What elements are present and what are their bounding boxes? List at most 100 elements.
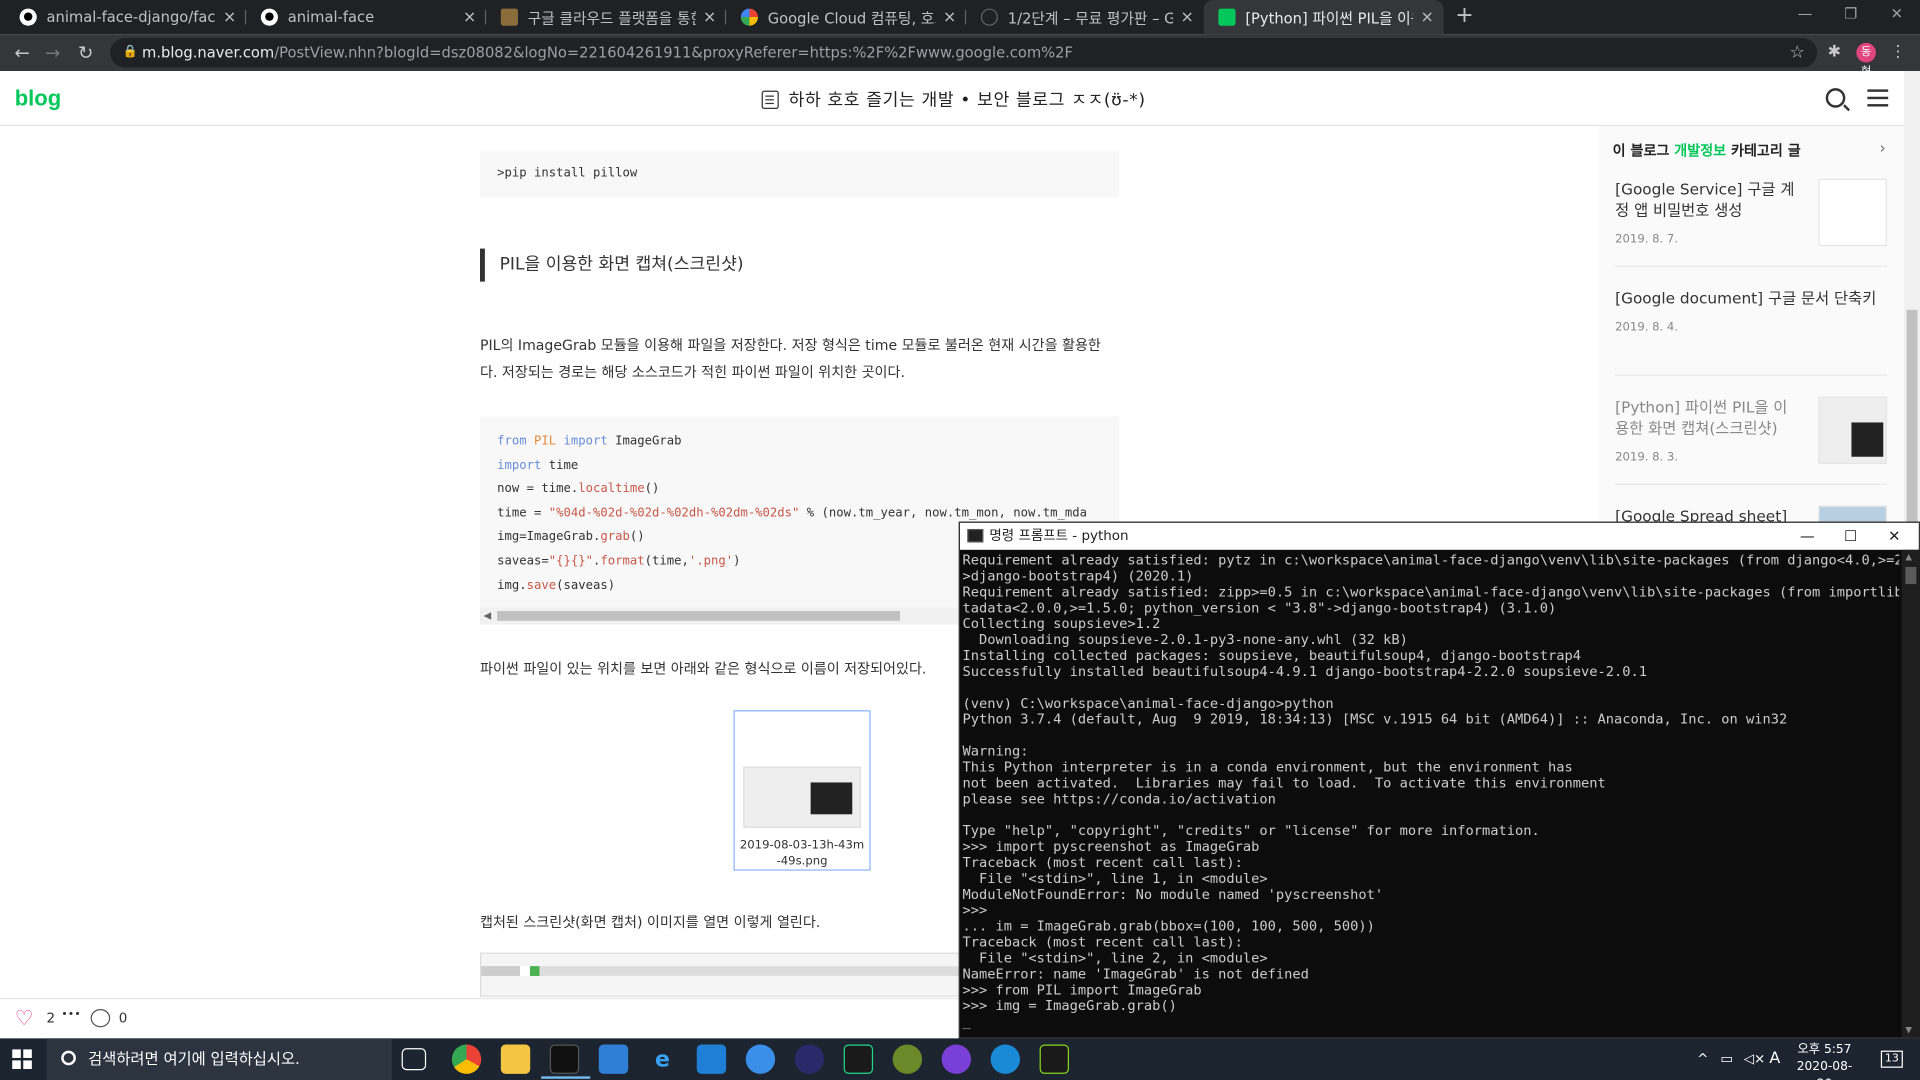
internet-explorer-icon[interactable]: e <box>648 1044 677 1073</box>
chevron-up-icon[interactable]: ^ <box>1697 1038 1708 1080</box>
blog-title[interactable]: 하하 호호 즐기는 개발 • 보안 블로그 ㅈㅈ(ʊ̈-*) <box>761 87 1146 111</box>
profile-avatar[interactable]: 동현 <box>1856 42 1876 78</box>
extensions-puzzle-icon[interactable]: ✱ <box>1825 43 1845 63</box>
cmd-line: Requirement already satisfied: pytz in c… <box>962 552 1900 569</box>
file-attachment-card[interactable]: 2019-08-03-13h-43m -49s.png <box>733 710 871 871</box>
url-path: /PostView.nhn?blogId=dsz08082&logNo=2216… <box>274 44 1073 62</box>
vscode-icon[interactable] <box>696 1044 727 1074</box>
cmd-line: >>> import pyscreenshot as ImageGrab <box>962 838 1260 855</box>
tab-6-active[interactable]: [Python] 파이썬 PIL을 이용한 × <box>1203 0 1444 35</box>
reload-button[interactable]: ↻ <box>73 40 97 64</box>
network-icon[interactable]: ▭ <box>1720 1038 1733 1080</box>
pycharm-icon[interactable] <box>843 1044 874 1074</box>
tab-4[interactable]: Google Cloud 컴퓨팅, 호스팅 × <box>726 0 967 34</box>
sidebar-post-item[interactable]: [Google document] 구글 문서 단축키 2019. 8. 4. <box>1615 288 1894 334</box>
heart-icon[interactable]: ♡ <box>15 1007 34 1031</box>
taskbar-search-box[interactable]: 검색하려면 여기에 입력하십시오. <box>46 1038 392 1080</box>
pycharm-ce-icon[interactable] <box>1039 1044 1069 1074</box>
cmd-output[interactable]: Requirement already satisfied: pytz in c… <box>962 552 1899 1032</box>
github-icon: ● <box>260 8 278 26</box>
post-action-bar: ♡ 2 ••• 0 <box>0 997 962 1039</box>
chevron-right-icon[interactable]: › <box>1880 140 1886 157</box>
category-sidebar: 이 블로그 개발정보 카테고리 글 › [Google Service] 구글 … <box>1597 126 1905 574</box>
cmd-title-bar[interactable]: 명령 프롬프트 - python — ☐ ✕ <box>960 522 1919 550</box>
scrollbar-thumb[interactable] <box>1905 566 1917 585</box>
screenshot-image[interactable] <box>480 952 970 997</box>
scroll-left-arrow[interactable]: ◀ <box>484 610 492 621</box>
bookmark-star-icon[interactable]: ☆ <box>1790 38 1805 67</box>
forward-button[interactable]: → <box>40 40 64 64</box>
tab-title: animal-face <box>287 8 375 26</box>
maximize-button[interactable]: ☐ <box>1844 523 1857 550</box>
sidebar-post-title: [Google Service] 구글 계정 앱 비밀번호 생성 <box>1615 180 1795 220</box>
hs-app-icon[interactable] <box>892 1044 923 1074</box>
command-prompt-icon[interactable] <box>541 1044 591 1079</box>
task-view-icon[interactable] <box>401 1048 427 1071</box>
close-button[interactable]: ✕ <box>1888 523 1900 550</box>
file-explorer-icon[interactable] <box>500 1044 531 1074</box>
close-tab-icon[interactable]: × <box>223 8 236 26</box>
more-icon[interactable]: ••• <box>61 1009 81 1021</box>
browser-toolbar: ← → ↻ 🔒 m.blog.naver.com/PostView.nhn?bl… <box>0 34 1920 78</box>
new-tab-button[interactable]: + <box>1452 4 1476 29</box>
restore-button[interactable]: ❐ <box>1844 5 1857 22</box>
scrollbar-thumb[interactable] <box>497 611 901 621</box>
tab-3[interactable]: 구글 클라우드 플랫폼을 통한 × <box>486 0 727 34</box>
blog-header: blog 하하 호호 즐기는 개발 • 보안 블로그 ㅈㅈ(ʊ̈-*) <box>0 71 1920 127</box>
close-tab-icon[interactable]: × <box>463 8 476 26</box>
close-tab-icon[interactable]: × <box>943 8 956 26</box>
notifications-icon[interactable]: 13 <box>1877 1038 1906 1080</box>
address-bar[interactable]: 🔒 m.blog.naver.com/PostView.nhn?blogId=d… <box>110 37 1818 68</box>
cmd-title: 명령 프롬프트 - python <box>989 527 1129 544</box>
tab-2[interactable]: ● animal-face × <box>246 0 487 34</box>
sidebar-post-item[interactable]: [Google Service] 구글 계정 앱 비밀번호 생성 2019. 8… <box>1615 178 1894 247</box>
tab-1[interactable]: ● animal-face-django/face/tem × <box>5 0 247 34</box>
clock[interactable]: 오후 5:57 2020-08-20 <box>1790 1042 1859 1080</box>
cmd-line: >>> img = ImageGrab.grab() <box>962 997 1177 1014</box>
obs-icon[interactable] <box>941 1044 972 1074</box>
blog-title-text: 하하 호호 즐기는 개발 • 보안 블로그 ㅈㅈ(ʊ̈-*) <box>788 90 1146 111</box>
search-icon[interactable] <box>1825 88 1846 108</box>
close-tab-icon[interactable]: × <box>703 8 716 26</box>
command-prompt-window[interactable]: 명령 프롬프트 - python — ☐ ✕ Requirement alrea… <box>958 521 1920 1039</box>
lock-icon: 🔒 <box>122 45 138 59</box>
sidebar-heading[interactable]: 이 블로그 개발정보 카테고리 글 <box>1613 141 1801 161</box>
post-thumbnail <box>1818 178 1887 247</box>
browser-menu-icon[interactable]: ⋮ <box>1888 43 1908 63</box>
hamburger-menu-icon[interactable] <box>1867 89 1889 92</box>
cmd-line: Traceback (most recent call last): <box>962 934 1243 951</box>
windows-start-icon[interactable] <box>12 1049 32 1069</box>
volume-muted-icon[interactable]: ◁× <box>1744 1038 1766 1080</box>
cmd-line: _ <box>962 1013 971 1030</box>
cmd-line: >>> from PIL import ImageGrab <box>962 982 1202 998</box>
minimize-button[interactable]: — <box>1798 5 1813 22</box>
minimize-button[interactable]: — <box>1800 523 1815 550</box>
tab-5[interactable]: 1/2단계 – 무료 평가판 – Goo × <box>966 0 1204 34</box>
network-app-icon[interactable] <box>745 1044 776 1074</box>
cmd-line: >>> <box>962 902 988 919</box>
close-tab-icon[interactable]: × <box>1181 8 1194 26</box>
notification-count: 13 <box>1881 1050 1903 1068</box>
back-button[interactable]: ← <box>10 40 34 64</box>
sidebar-post-item-current[interactable]: [Python] 파이썬 PIL을 이용한 화면 캡쳐(스크린샷) 2019. … <box>1615 396 1894 465</box>
cmd-line: ModuleNotFoundError: No module named 'py… <box>962 886 1384 903</box>
comment-icon[interactable] <box>90 1008 111 1028</box>
cmd-scrollbar[interactable]: ▲ ▼ <box>1901 549 1920 1038</box>
cmd-line: not been activated. Libraries may fail t… <box>962 775 1606 792</box>
close-window-button[interactable]: ✕ <box>1891 5 1903 22</box>
search-placeholder: 검색하려면 여기에 입력하십시오. <box>88 1049 300 1068</box>
blog-logo[interactable]: blog <box>15 86 62 112</box>
blog-icon <box>500 8 518 26</box>
code-line: from PIL import ImageGrab <box>497 434 682 449</box>
mail-icon[interactable] <box>598 1044 629 1074</box>
cmd-line <box>962 680 1899 696</box>
chrome-icon[interactable] <box>451 1044 482 1074</box>
edge-icon[interactable] <box>990 1044 1021 1074</box>
ime-indicator[interactable]: A <box>1769 1038 1780 1080</box>
file-thumbnail <box>743 766 861 828</box>
cmd-line: Type "help", "copyright", "credits" or "… <box>962 822 1540 839</box>
close-tab-icon[interactable]: × <box>1421 8 1434 26</box>
loading-icon <box>980 8 998 26</box>
code-horizontal-scrollbar[interactable]: ◀ <box>480 607 961 625</box>
eclipse-icon[interactable] <box>794 1044 825 1074</box>
